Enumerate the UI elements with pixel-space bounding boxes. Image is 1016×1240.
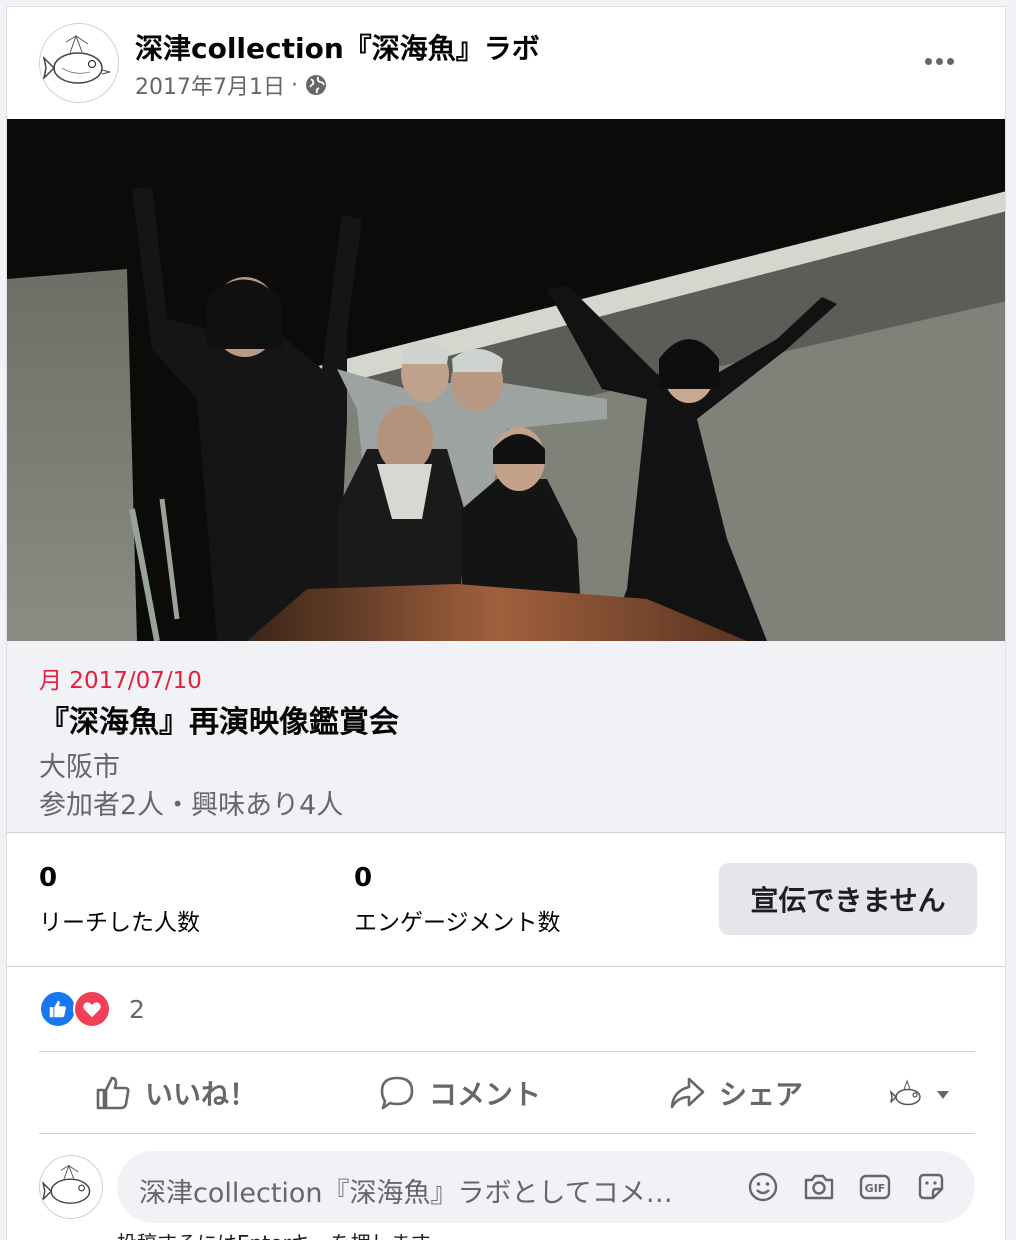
event-date: 月 2017/07/10 (39, 668, 202, 694)
event-info[interactable]: 月 2017/07/10 『深海魚』再演映像鑑賞会 大阪市 参加者2人・興味あり… (7, 641, 1005, 833)
engagement-count: 0 (354, 863, 373, 893)
event-cover-photo[interactable] (7, 119, 1005, 641)
share-label: シェア (719, 1078, 804, 1111)
post-actions: いいね！ コメント シェア (39, 1053, 975, 1133)
page-name[interactable]: 深津collection『深海魚』ラボ (135, 27, 540, 67)
fish-logo-icon (42, 34, 111, 84)
globe-icon[interactable] (304, 73, 328, 97)
more-options-icon[interactable] (915, 45, 963, 77)
post-insights: 0 リーチした人数 0 エンゲージメント数 宣伝できません (7, 833, 1005, 967)
enter-hint: 投稿するにはEnterキーを押します。 (117, 1227, 449, 1240)
event-location: 大阪市 (39, 752, 120, 783)
share-arrow-icon (670, 1077, 705, 1109)
camera-icon[interactable] (801, 1169, 837, 1205)
comment-bubble-icon (380, 1076, 414, 1110)
reach-count: 0 (39, 863, 58, 893)
comment-input[interactable]: 深津collection『深海魚』ラボとしてコメ… GIF (117, 1151, 975, 1223)
svg-text:GIF: GIF (865, 1182, 886, 1195)
page-avatar[interactable] (39, 23, 119, 103)
event-attendance: 参加者2人・興味あり4人 (39, 790, 344, 821)
emoji-icon[interactable] (745, 1169, 781, 1205)
like-label: いいね！ (145, 1078, 258, 1111)
page-identity-selector[interactable] (889, 1075, 969, 1115)
fish-logo-icon (42, 1164, 91, 1204)
divider (39, 1051, 975, 1052)
like-reaction-icon (39, 990, 77, 1028)
promote-button[interactable]: 宣伝できません (719, 863, 977, 935)
post-card: 深津collection『深海魚』ラボ 2017年7月1日 · 月 2017/0… (6, 6, 1006, 1240)
meta-separator: · (290, 72, 298, 98)
commenter-avatar[interactable] (39, 1155, 103, 1219)
event-title[interactable]: 『深海魚』再演映像鑑賞会 (39, 697, 399, 741)
gif-icon[interactable]: GIF (857, 1169, 893, 1205)
post-meta: 2017年7月1日 · (135, 69, 328, 101)
comment-placeholder[interactable]: 深津collection『深海魚』ラボとしてコメ… (139, 1171, 729, 1210)
comment-button[interactable]: コメント (377, 1065, 541, 1121)
post-header: 深津collection『深海魚』ラボ 2017年7月1日 · (7, 7, 1005, 119)
share-button[interactable]: シェア (667, 1065, 803, 1121)
love-reaction-icon (73, 990, 111, 1028)
sticker-icon[interactable] (913, 1169, 949, 1205)
engagement-label: エンゲージメント数 (354, 910, 561, 936)
divider (39, 1133, 975, 1134)
comment-label: コメント (429, 1078, 542, 1111)
thumbs-up-icon (96, 1076, 130, 1110)
like-button[interactable]: いいね！ (93, 1065, 257, 1121)
stage-photo-image (7, 119, 1005, 641)
reactions-summary[interactable]: 2 (39, 987, 145, 1031)
reaction-count[interactable]: 2 (129, 995, 145, 1024)
post-date[interactable]: 2017年7月1日 (135, 69, 285, 101)
chevron-down-icon (937, 1091, 949, 1099)
fish-logo-icon (889, 1075, 929, 1115)
reach-label: リーチした人数 (39, 910, 200, 936)
